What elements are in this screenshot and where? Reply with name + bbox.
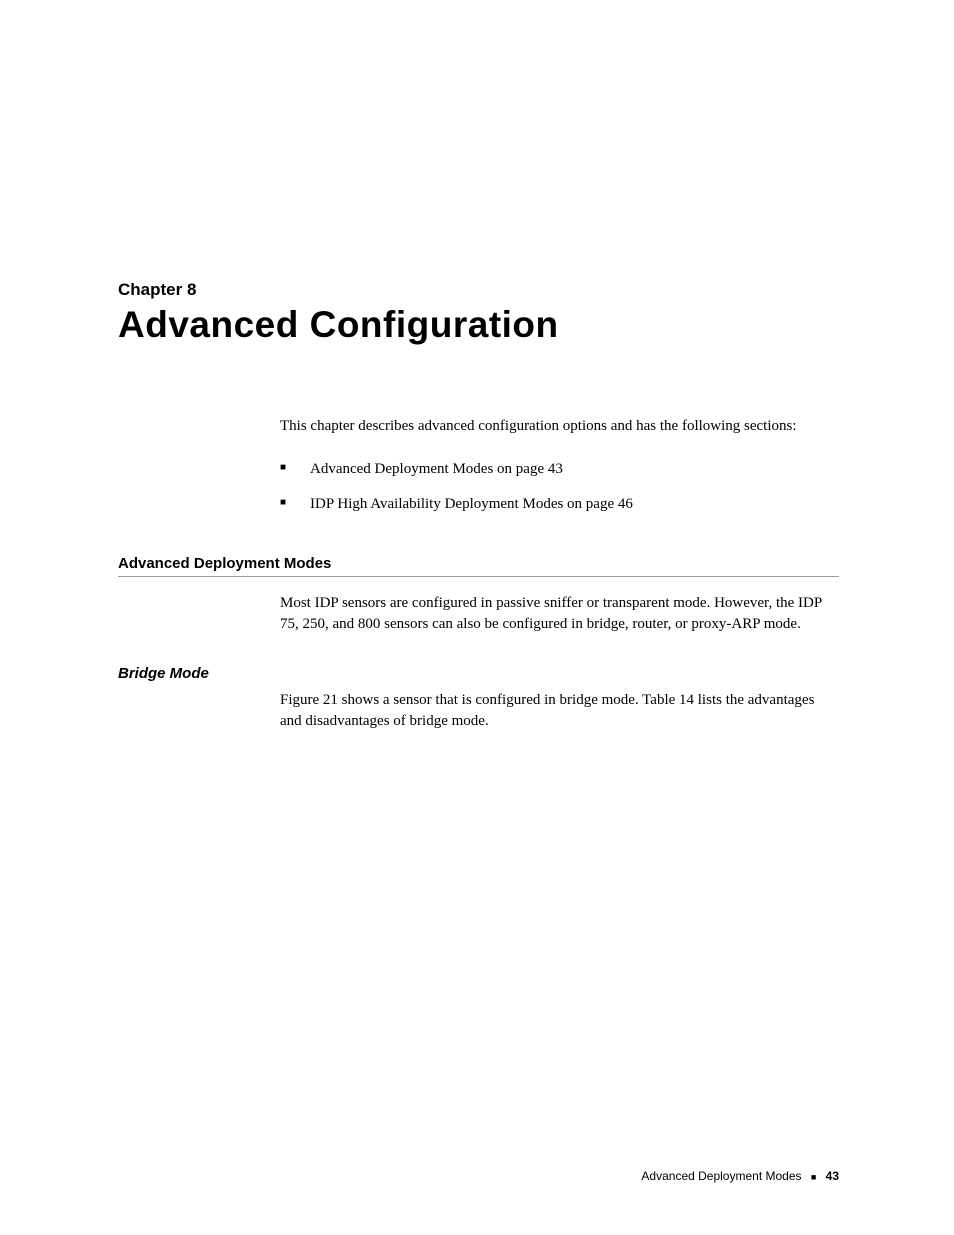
section-heading-advanced-deployment: Advanced Deployment Modes bbox=[118, 555, 839, 577]
page: Chapter 8 Advanced Configuration This ch… bbox=[0, 0, 954, 1235]
intro-text: This chapter describes advanced configur… bbox=[280, 416, 839, 437]
chapter-title: Advanced Configuration bbox=[118, 304, 839, 346]
subsection-heading-bridge-mode: Bridge Mode bbox=[118, 665, 839, 682]
section-toc: Advanced Deployment Modes on page 43 IDP… bbox=[280, 459, 839, 515]
toc-item: Advanced Deployment Modes on page 43 bbox=[280, 459, 839, 480]
chapter-label: Chapter 8 bbox=[118, 280, 839, 300]
toc-item: IDP High Availability Deployment Modes o… bbox=[280, 494, 839, 515]
footer-section-name: Advanced Deployment Modes bbox=[641, 1169, 801, 1183]
section-body: Most IDP sensors are configured in passi… bbox=[280, 593, 839, 635]
square-bullet-icon: ■ bbox=[811, 1172, 816, 1182]
page-number: 43 bbox=[826, 1169, 839, 1183]
subsection-body: Figure 21 shows a sensor that is configu… bbox=[280, 690, 839, 732]
page-footer: Advanced Deployment Modes ■ 43 bbox=[641, 1169, 839, 1183]
